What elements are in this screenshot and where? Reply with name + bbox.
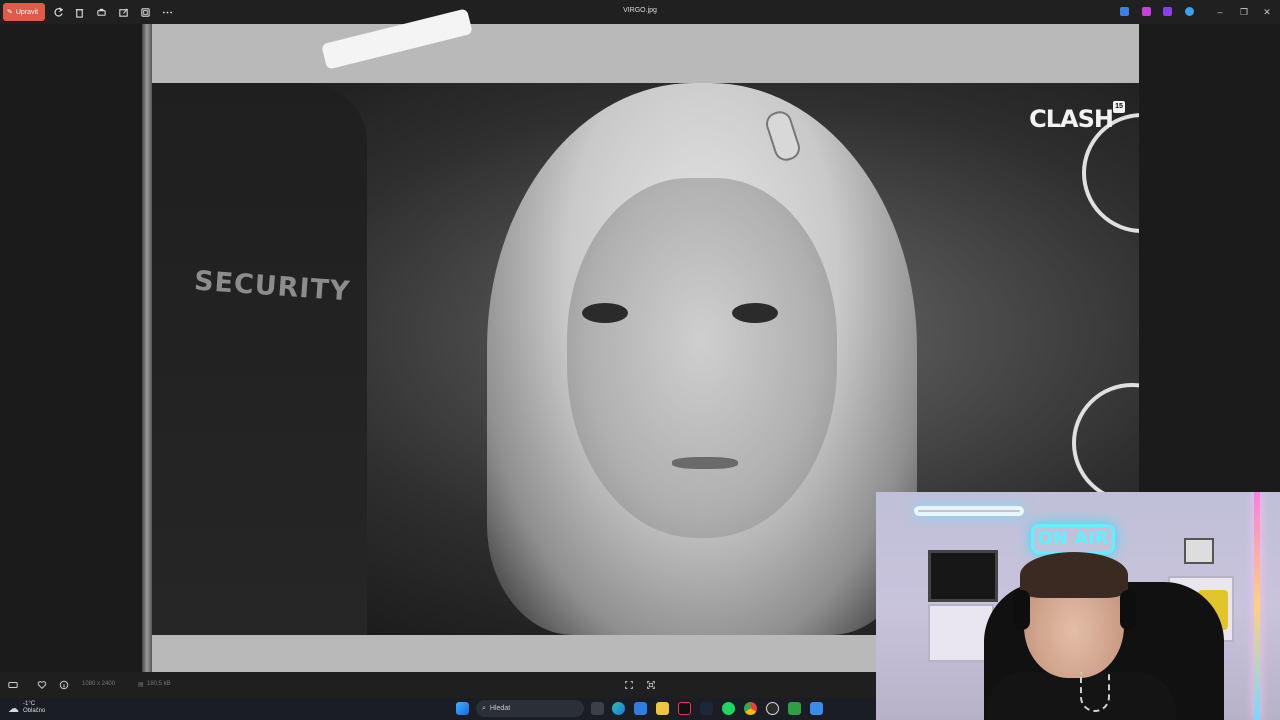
headphone-left: [1014, 590, 1030, 630]
weather-temperature: -1°C: [23, 701, 36, 707]
restore-button[interactable]: ❐: [1237, 5, 1251, 19]
close-button[interactable]: ✕: [1260, 5, 1274, 19]
task-view-icon[interactable]: [591, 702, 604, 715]
on-air-neon-sign: ON AIR: [1031, 524, 1115, 554]
fullscreen-icon[interactable]: [644, 678, 658, 692]
webcam-overlay: ON AIR: [876, 492, 1280, 720]
window-title: VIRGO.jpg: [623, 7, 657, 14]
spotify-icon[interactable]: [722, 702, 735, 715]
face: [567, 178, 837, 538]
streamer-hair: [1020, 552, 1128, 598]
file-size: 180,5 kB: [147, 681, 171, 687]
led-strip: [1254, 492, 1260, 720]
obs-icon[interactable]: [766, 702, 779, 715]
store-icon[interactable]: [634, 702, 647, 715]
edge-icon[interactable]: [612, 702, 625, 715]
app-icon-violet[interactable]: [1163, 7, 1172, 16]
photos-app-window: ✎ Upravit VIRGO.jpg – ❐ ✕ SECURITY CLASH…: [0, 0, 1280, 720]
weather-widget[interactable]: ☁ -1°C Oblačno: [8, 701, 45, 715]
app-green-icon[interactable]: [788, 702, 801, 715]
file-explorer-icon[interactable]: [656, 702, 669, 715]
headphone-right: [1120, 590, 1136, 630]
left-eye: [582, 303, 628, 323]
windows-start-icon[interactable]: [456, 702, 469, 715]
logo-ring-bottom: [1072, 383, 1139, 503]
security-guard: SECURITY: [152, 83, 367, 635]
app-icon-purple[interactable]: [1142, 7, 1151, 16]
picture-frame: [1184, 538, 1214, 564]
image-edge-strip: [142, 24, 152, 672]
chrome-icon[interactable]: [744, 702, 757, 715]
weather-description: Oblačno: [23, 708, 46, 714]
wall-poster: [928, 550, 998, 602]
search-placeholder: Hledat: [489, 705, 511, 712]
security-shirt-text: SECURITY: [193, 265, 352, 308]
app-icon-blue[interactable]: [1120, 7, 1129, 16]
tiktok-icon[interactable]: [678, 702, 691, 715]
necklace-chain: [1080, 672, 1110, 712]
mouth: [672, 457, 738, 469]
minimize-button[interactable]: –: [1213, 5, 1227, 19]
steam-icon[interactable]: [700, 702, 713, 715]
search-icon: ⌕: [482, 704, 486, 712]
clash-watermark: CLASH: [1029, 105, 1114, 133]
filmstrip-icon[interactable]: [6, 678, 20, 692]
right-eye: [732, 303, 778, 323]
fit-screen-icon[interactable]: [622, 678, 636, 692]
image-dimensions: 1080 x 2400: [82, 681, 116, 687]
photos-icon[interactable]: [810, 702, 823, 715]
file-size-icon: ▤: [138, 682, 144, 688]
neon-light: [914, 506, 1024, 516]
favorite-heart-icon[interactable]: [35, 678, 49, 692]
taskbar-search[interactable]: ⌕ Hledat: [476, 700, 584, 717]
cloud-icon: ☁: [8, 702, 19, 715]
info-icon[interactable]: [57, 678, 71, 692]
onedrive-icon[interactable]: [1185, 7, 1194, 16]
title-bar: ✎ Upravit VIRGO.jpg – ❐ ✕: [0, 0, 1280, 24]
clash-badge: 15: [1113, 101, 1125, 113]
